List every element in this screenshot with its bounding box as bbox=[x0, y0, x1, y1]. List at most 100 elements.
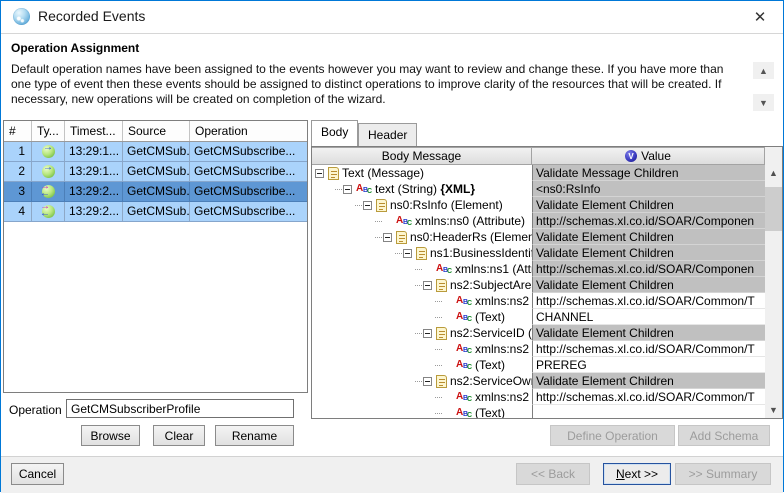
collapse-icon[interactable] bbox=[423, 328, 432, 338]
text-type-icon: ABC bbox=[456, 390, 473, 403]
tree-node-label: (Text) bbox=[475, 358, 505, 372]
tree-row[interactable]: ABCxmlns:ns2 (Ahttp://schemas.xl.co.id/S… bbox=[312, 341, 765, 357]
scroll-down-icon[interactable]: ▼ bbox=[753, 94, 774, 111]
tree-value-cell[interactable]: http://schemas.xl.co.id/SOAR/Componen bbox=[532, 261, 765, 277]
tree-node-cell: ABCxmlns:ns1 (Attrib bbox=[312, 261, 532, 277]
tree-scrollbar[interactable]: ▲ ▼ bbox=[765, 165, 782, 418]
tree-connector bbox=[435, 364, 442, 366]
row-number-cell: 3 bbox=[4, 182, 32, 201]
column-header-operation[interactable]: Operation bbox=[190, 121, 307, 141]
tree-node-label: Text (Message) bbox=[342, 166, 424, 180]
tree-node-text: ns0:HeaderRs (Elemen bbox=[410, 230, 532, 244]
column-header-timestamp[interactable]: Timest... bbox=[65, 121, 123, 141]
scroll-down-icon[interactable]: ▼ bbox=[765, 402, 782, 418]
tree-row[interactable]: A B Ctext (String) {XML} <ns0:RsInfo bbox=[312, 181, 765, 197]
tree-row[interactable]: A B Cxmlns:ns0 (Attribute) http://schemas.x… bbox=[312, 213, 765, 229]
tree-node-label: ns2:SubjectArea bbox=[450, 278, 532, 292]
define-operation-button[interactable]: Define Operation bbox=[550, 425, 675, 446]
tree-node-text: xmlns:ns0 (Attribute) bbox=[415, 214, 526, 228]
collapse-icon[interactable] bbox=[315, 168, 324, 178]
tree-node-text-bold: {XML} bbox=[440, 182, 476, 196]
tree-connector bbox=[375, 236, 382, 238]
document-icon bbox=[436, 278, 447, 292]
tree-node-cell: Text (Message) bbox=[312, 165, 532, 181]
tree-value-cell[interactable]: <ns0:RsInfo bbox=[532, 181, 765, 197]
text-type-icon: ABC bbox=[456, 358, 473, 371]
scroll-up-icon[interactable]: ▲ bbox=[753, 62, 774, 79]
tree-value-cell[interactable] bbox=[532, 405, 765, 418]
column-header-number[interactable]: # bbox=[4, 121, 32, 141]
clear-button[interactable]: Clear bbox=[153, 425, 205, 446]
tree-node-label: ns2:ServiceID (E bbox=[450, 326, 532, 340]
document-icon bbox=[328, 166, 339, 180]
tab-body[interactable]: Body bbox=[311, 120, 359, 146]
next-button[interactable]: Next >> bbox=[603, 463, 671, 485]
next-label-rest: ext >> bbox=[624, 467, 659, 481]
back-button[interactable]: << Back bbox=[516, 463, 590, 485]
column-header-body-message[interactable]: Body Message bbox=[312, 147, 532, 165]
tree-node-cell: ABCxmlns:ns2 (A bbox=[312, 389, 532, 405]
next-mnemonic: N bbox=[615, 467, 625, 481]
source-cell: GetCMSub... bbox=[123, 162, 190, 181]
tree-value-cell[interactable]: Validate Element Children bbox=[532, 325, 765, 341]
collapse-icon[interactable] bbox=[403, 248, 412, 258]
browse-button[interactable]: Browse bbox=[81, 425, 140, 446]
summary-button[interactable]: >> Summary bbox=[675, 463, 771, 485]
table-row[interactable]: 4 → ← 13:29:2... GetCMSub... GetCMSubscribe..… bbox=[4, 202, 307, 222]
scroll-up-icon[interactable]: ▲ bbox=[765, 165, 782, 181]
tree-value-cell[interactable]: Validate Message Children bbox=[532, 165, 765, 181]
table-row[interactable]: 2 → 13:29:1... GetCMSub... GetCMSubscribe... bbox=[4, 162, 307, 182]
tree-value-cell[interactable]: Validate Element Children bbox=[532, 229, 765, 245]
tree-value-cell[interactable]: CHANNEL bbox=[532, 309, 765, 325]
column-header-source[interactable]: Source bbox=[123, 121, 190, 141]
add-schema-button[interactable]: Add Schema bbox=[678, 425, 770, 446]
tree-value-cell[interactable]: Validate Element Children bbox=[532, 197, 765, 213]
tree-row[interactable]: ABCxmlns:ns1 (Attribhttp://schemas.xl.co… bbox=[312, 261, 765, 277]
operation-cell: GetCMSubscribe... bbox=[194, 184, 296, 198]
tree-value-cell[interactable]: PREREG bbox=[532, 357, 765, 373]
tree-row[interactable]: ns2:ServiceOwn Validate Element Children bbox=[312, 373, 765, 389]
description-line: one type of event then these events shou… bbox=[11, 77, 722, 91]
column-header-value[interactable]: V Value bbox=[532, 147, 765, 165]
table-row[interactable]: 3 → ← 13:29:2... GetCMSub... GetCMSubscribe..… bbox=[4, 182, 307, 202]
tree-value-cell[interactable]: http://schemas.xl.co.id/SOAR/Common/T bbox=[532, 293, 765, 309]
tree-value-cell[interactable]: Validate Element Children bbox=[532, 373, 765, 389]
scrollbar-thumb[interactable] bbox=[765, 187, 782, 231]
tree-node-cell: ns0:RsInfo (Element) bbox=[312, 197, 532, 213]
cancel-button[interactable]: Cancel bbox=[11, 463, 64, 485]
tree-row[interactable]: ns1:BusinessIdentifi Validate Element Chi… bbox=[312, 245, 765, 261]
tree-value-cell[interactable]: http://schemas.xl.co.id/SOAR/Common/T bbox=[532, 389, 765, 405]
tree-row[interactable]: A B C (Text) CHANNEL bbox=[312, 309, 765, 325]
tree-value-cell[interactable]: Validate Element Children bbox=[532, 277, 765, 293]
collapse-icon[interactable] bbox=[423, 280, 432, 290]
tree-row[interactable]: A B C (Text) PREREG bbox=[312, 357, 765, 373]
tree-value-cell[interactable]: http://schemas.xl.co.id/SOAR/Common/T bbox=[532, 341, 765, 357]
collapse-icon[interactable] bbox=[383, 232, 392, 242]
description-scrollbar[interactable]: ▲ ▼ bbox=[753, 62, 774, 111]
tree-row[interactable]: ABCxmlns:ns2 (Ahttp://schemas.xl.co.id/S… bbox=[312, 389, 765, 405]
app-sphere-icon bbox=[13, 8, 30, 25]
tree-value-cell[interactable]: Validate Element Children bbox=[532, 245, 765, 261]
operation-input[interactable] bbox=[66, 399, 294, 418]
collapse-icon[interactable] bbox=[343, 184, 352, 194]
tree-row[interactable]: ns0:HeaderRs (Elemen Validate Element Chi… bbox=[312, 229, 765, 245]
tab-header[interactable]: Header bbox=[358, 123, 418, 146]
tree-node-text: (Text) bbox=[475, 310, 505, 324]
row-number-cell: 2 bbox=[4, 162, 32, 181]
column-header-type[interactable]: Ty... bbox=[32, 121, 65, 141]
window-title: Recorded Events bbox=[38, 8, 146, 24]
close-icon[interactable]: ✕ bbox=[749, 6, 771, 28]
tree-value-cell[interactable]: http://schemas.xl.co.id/SOAR/Componen bbox=[532, 213, 765, 229]
tree-row[interactable]: ns2:SubjectArea Validate Element Children bbox=[312, 277, 765, 293]
document-icon bbox=[436, 374, 447, 388]
rename-button[interactable]: Rename bbox=[215, 425, 294, 446]
collapse-icon[interactable] bbox=[423, 376, 432, 386]
tree-row[interactable]: Text (Message) Validate Message Children bbox=[312, 165, 765, 181]
tree-row[interactable]: A B C (Text) bbox=[312, 405, 765, 418]
request-event-icon: → bbox=[40, 143, 56, 159]
tree-row[interactable]: ABCxmlns:ns2 (Ahttp://schemas.xl.co.id/S… bbox=[312, 293, 765, 309]
collapse-icon[interactable] bbox=[363, 200, 372, 210]
tree-row[interactable]: ns0:RsInfo (Element) Validate Element Chi… bbox=[312, 197, 765, 213]
table-row[interactable]: 1 → 13:29:1... GetCMSub... GetCMSubscribe... bbox=[4, 142, 307, 162]
tree-row[interactable]: ns2:ServiceID (E Validate Element Childre… bbox=[312, 325, 765, 341]
